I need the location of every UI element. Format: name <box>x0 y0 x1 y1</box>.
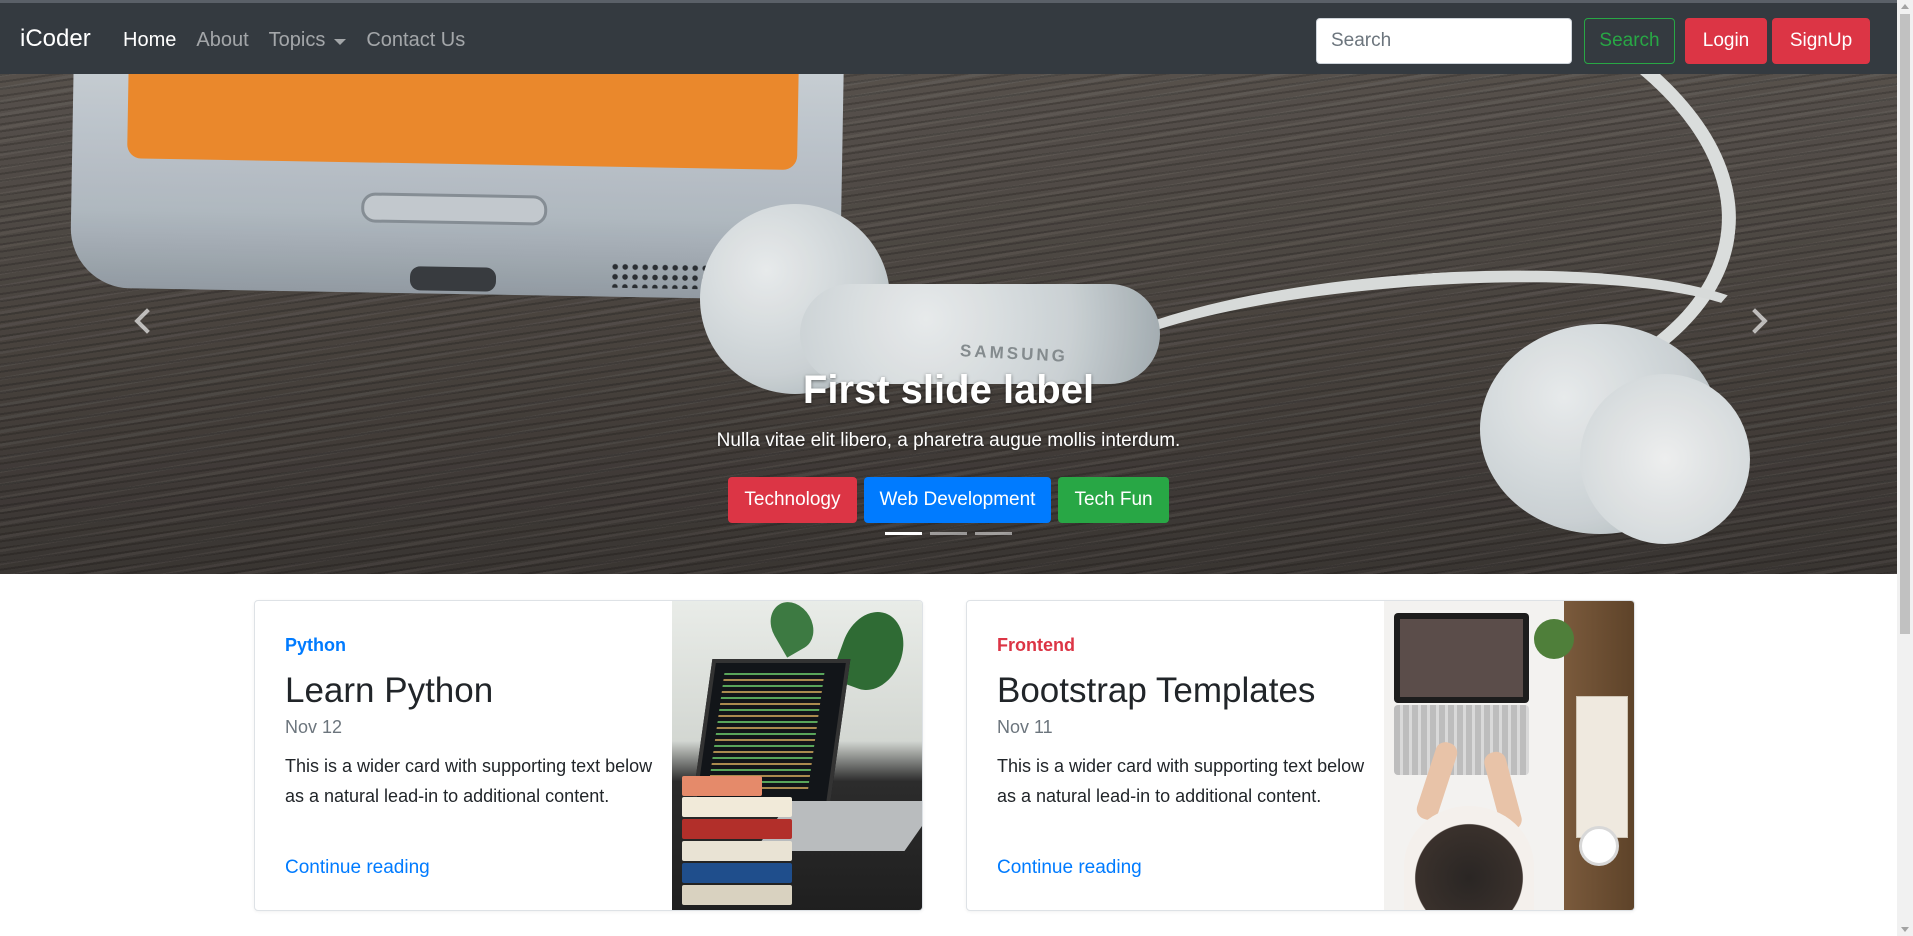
chevron-left-icon <box>134 308 160 334</box>
carousel-prev-button[interactable] <box>130 304 160 334</box>
tag-web-development-button[interactable]: Web Development <box>863 477 1052 523</box>
nav-link-topics-label: Topics <box>268 29 326 51</box>
brand-logo[interactable]: iCoder <box>20 25 91 53</box>
chevron-right-icon <box>1742 308 1768 334</box>
carousel-indicators <box>0 532 1897 535</box>
navbar: iCoder Home About Topics Contact Us Sear… <box>0 3 1897 74</box>
card-title: Learn Python <box>285 671 494 710</box>
carousel-next-button[interactable] <box>1742 304 1774 334</box>
scroll-up-arrow-icon[interactable] <box>1901 4 1909 9</box>
scroll-down-arrow-icon[interactable] <box>1901 927 1909 932</box>
card-title: Bootstrap Templates <box>997 671 1316 710</box>
nav-link-contact[interactable]: Contact Us <box>366 29 465 52</box>
carousel-text: Nulla vitae elit libero, a pharetra augu… <box>716 430 1181 451</box>
chevron-down-icon <box>334 38 347 45</box>
search-button[interactable]: Search <box>1584 18 1675 64</box>
carousel-indicator-1[interactable] <box>885 532 922 535</box>
page-scrollbar[interactable] <box>1897 0 1913 936</box>
carousel-indicator-3[interactable] <box>975 532 1012 535</box>
blog-card-frontend: Frontend Bootstrap Templates Nov 11 This… <box>966 600 1635 911</box>
continue-reading-link[interactable]: Continue reading <box>997 857 1142 879</box>
tag-tech-fun-button[interactable]: Tech Fun <box>1058 477 1169 523</box>
carousel-title: First slide label <box>802 368 1095 412</box>
card-thumbnail-workspace <box>1384 601 1634 910</box>
card-date: Nov 12 <box>285 717 343 737</box>
carousel-tags: Technology Web Development Tech Fun <box>0 477 1897 523</box>
continue-reading-link[interactable]: Continue reading <box>285 857 430 879</box>
signup-button[interactable]: SignUp <box>1772 18 1870 64</box>
card-text: This is a wider card with supporting tex… <box>285 756 653 806</box>
blog-card-python: Python Learn Python Nov 12 This is a wid… <box>254 600 923 911</box>
login-button[interactable]: Login <box>1685 18 1767 64</box>
card-category: Frontend <box>997 635 1075 655</box>
hero-carousel: SAMSUNG First slide label Nulla vitae el… <box>0 74 1897 574</box>
card-category: Python <box>285 635 346 655</box>
scrollbar-thumb[interactable] <box>1900 14 1910 634</box>
nav-link-home[interactable]: Home <box>123 29 176 52</box>
nav-links: Home About Topics Contact Us <box>123 29 485 52</box>
search-input[interactable] <box>1316 18 1572 64</box>
carousel-indicator-2[interactable] <box>930 532 967 535</box>
card-text: This is a wider card with supporting tex… <box>997 756 1365 806</box>
nav-link-topics[interactable]: Topics <box>269 29 347 52</box>
card-thumbnail-laptop <box>672 601 922 910</box>
card-date: Nov 11 <box>997 717 1053 737</box>
nav-link-about[interactable]: About <box>196 29 248 52</box>
tag-technology-button[interactable]: Technology <box>728 477 857 523</box>
